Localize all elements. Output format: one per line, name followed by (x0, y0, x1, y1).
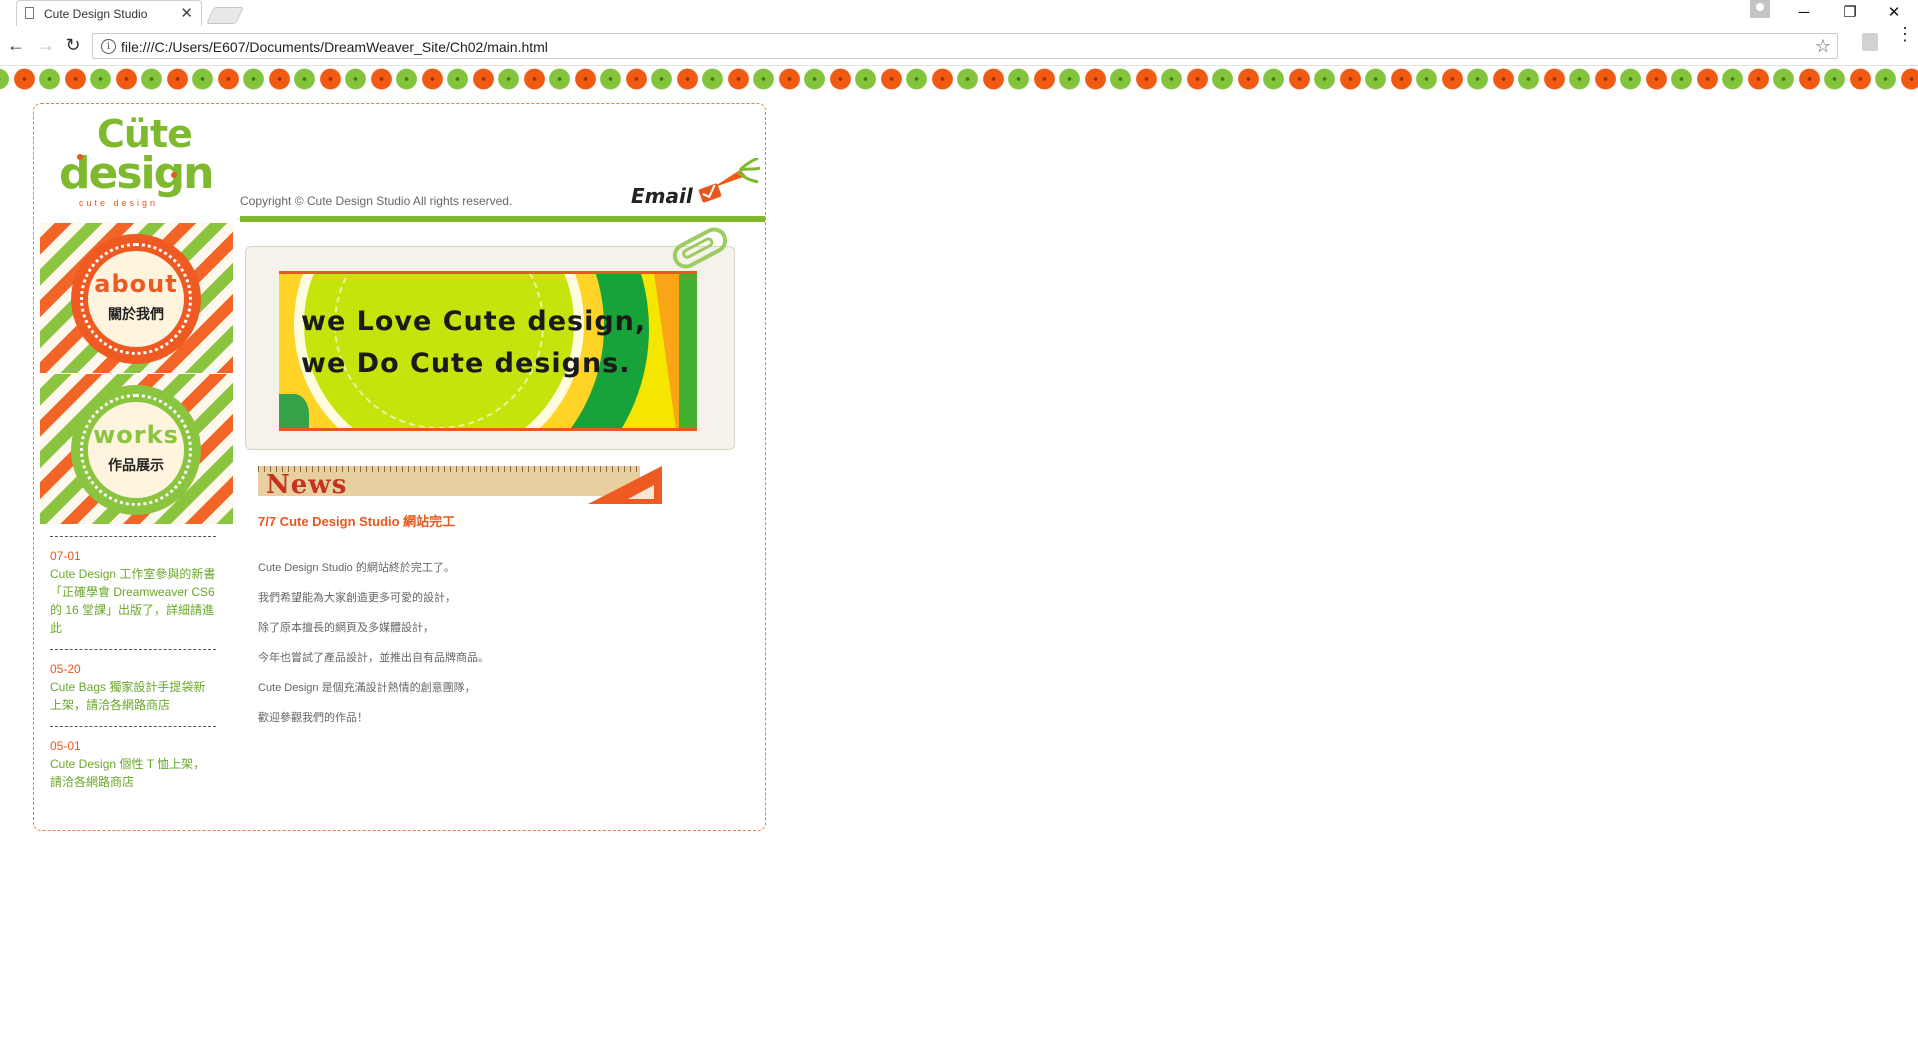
triangle-ruler-hole (628, 485, 654, 499)
email-link[interactable]: Email (628, 158, 760, 210)
banner-shape (679, 274, 697, 428)
back-button[interactable]: ← (6, 35, 26, 55)
browser-menu-icon[interactable]: ⋮ (1896, 25, 1914, 43)
article-line: 歡迎參觀我們的作品！ (258, 712, 368, 724)
news-date: 05-01 (50, 739, 81, 753)
menu-works-label: works (93, 421, 179, 449)
menu-about-button[interactable]: about 關於我們 (40, 223, 233, 373)
news-link[interactable]: Cute Design 工作室參與的新書「正確學會 Dreamweaver CS… (50, 565, 216, 637)
list-item: 05-20 Cute Bags 獨家設計手提袋新上架，請洽各網路商店 (50, 649, 216, 726)
browser-tab[interactable]: Cute Design Studio ✕ (16, 0, 202, 26)
tab-close-icon[interactable]: ✕ (180, 4, 193, 22)
article-line: 除了原本擅長的網頁及多媒體設計， (258, 622, 434, 634)
url-text[interactable]: file:///C:/Users/E607/Documents/DreamWea… (121, 39, 548, 55)
page-icon (25, 7, 34, 19)
news-link[interactable]: Cute Design 個性 T 恤上架，請洽各網路商店 (50, 755, 216, 791)
news-link[interactable]: Cute Bags 獨家設計手提袋新上架，請洽各網路商店 (50, 678, 216, 714)
badge-inner: about 關於我們 (88, 251, 184, 347)
email-label: Email (631, 184, 693, 208)
new-tab-button[interactable] (206, 7, 244, 24)
article-line: 今年也嘗試了產品設計，並推出自有品牌商品。 (258, 652, 489, 664)
minimize-button[interactable]: ─ (1784, 1, 1824, 25)
forward-button[interactable]: → (36, 35, 56, 55)
site-logo[interactable]: Cüte design cute design (55, 112, 214, 212)
browser-tab-bar: Cute Design Studio ✕ ─ ❐ ✕ (0, 0, 1918, 26)
menu-works-label-zh: 作品展示 (108, 457, 164, 473)
address-bar: ← → ↻ i file:///C:/Users/E607/Documents/… (0, 25, 1918, 66)
close-window-button[interactable]: ✕ (1874, 1, 1914, 25)
url-field[interactable]: i file:///C:/Users/E607/Documents/DreamW… (92, 33, 1838, 59)
list-item: 05-01 Cute Design 個性 T 恤上架，請洽各網路商店 (50, 726, 216, 803)
reload-button[interactable]: ↻ (63, 35, 83, 55)
logo-dot (171, 172, 177, 178)
menu-about-label: about (94, 270, 178, 298)
decorative-dots-border (0, 67, 1918, 91)
copyright-text: Copyright © Cute Design Studio All right… (240, 194, 513, 208)
article-title: 7/7 Cute Design Studio 網站完工 (258, 514, 456, 529)
info-icon[interactable]: i (101, 39, 116, 54)
menu-about-label-zh: 關於我們 (108, 306, 164, 322)
list-item: 07-01 Cute Design 工作室參與的新書「正確學會 Dreamwea… (50, 536, 216, 649)
logo-dot (77, 154, 83, 160)
restore-button[interactable]: ❐ (1830, 1, 1870, 25)
works-badge: works 作品展示 (71, 385, 201, 515)
article-line: Cute Design 是個充滿設計熱情的創意團隊， (258, 682, 476, 694)
badge-inner: works 作品展示 (88, 402, 184, 498)
profile-icon[interactable] (1750, 0, 1770, 18)
banner-slogan-line2: we Do Cute designs. (301, 348, 631, 379)
banner-slogan-line1: we Love Cute design, (301, 306, 647, 337)
sidebar-news-list: 07-01 Cute Design 工作室參與的新書「正確學會 Dreamwea… (50, 536, 216, 803)
article-line: Cute Design Studio 的網站終於完工了。 (258, 562, 455, 574)
about-badge: about 關於我們 (71, 234, 201, 364)
news-heading: News (266, 470, 348, 500)
logo-subtitle: cute design (79, 198, 159, 208)
news-date: 05-20 (50, 662, 81, 676)
banner-image: we Love Cute design, we Do Cute designs. (279, 271, 697, 431)
header-divider (240, 216, 765, 222)
article-line: 我們希望能為大家創造更多可愛的設計， (258, 592, 456, 604)
article-body: Cute Design Studio 的網站終於完工了。 我們希望能為大家創造更… (258, 553, 718, 733)
menu-works-button[interactable]: works 作品展示 (40, 374, 233, 524)
bookmark-star-icon[interactable]: ☆ (1815, 36, 1831, 57)
banner-shape (279, 394, 309, 428)
tab-title: Cute Design Studio (44, 7, 148, 21)
news-date: 07-01 (50, 549, 81, 563)
extension-icon[interactable] (1862, 33, 1878, 51)
